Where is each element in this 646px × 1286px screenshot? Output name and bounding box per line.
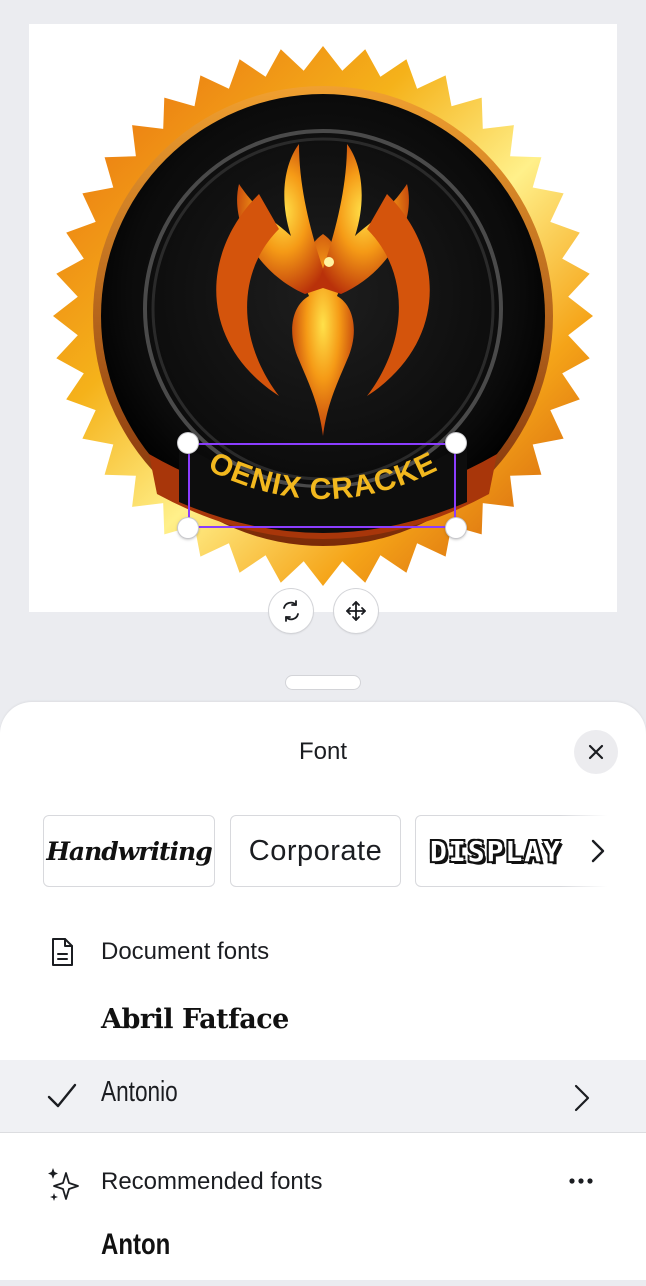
checkmark-icon [47, 1083, 77, 1108]
resize-handle-top-right[interactable] [446, 433, 466, 453]
section-label: Document fonts [101, 938, 270, 965]
move-icon [346, 601, 366, 621]
category-chip-corporate[interactable]: Corporate [230, 815, 401, 887]
font-name: Antonio [101, 1076, 178, 1108]
recommended-fonts-header: Recommended fonts [0, 1160, 646, 1204]
resize-handle-bottom-right[interactable] [446, 518, 466, 538]
font-panel: Font Handwriting Corporate DISPLAY Docum… [0, 702, 646, 1280]
font-item[interactable]: Anton [0, 1214, 646, 1286]
more-options-icon[interactable] [568, 1176, 594, 1186]
font-item-selected[interactable]: Antonio [0, 1060, 646, 1132]
section-label: Recommended fonts [101, 1168, 323, 1195]
font-name: Anton [101, 1228, 171, 1261]
chevron-right-icon[interactable] [570, 1082, 594, 1114]
canvas-area: PHOENIX CRACKERS [0, 0, 646, 700]
panel-title: Font [298, 738, 348, 765]
category-label: Handwriting [46, 836, 212, 866]
font-item[interactable]: Abril Fatface [0, 986, 646, 1058]
chevron-right-icon[interactable] [583, 836, 613, 866]
resize-handle-top-left[interactable] [178, 433, 198, 453]
category-label: DISPLAY [430, 834, 563, 868]
close-icon [588, 744, 604, 760]
close-button[interactable] [574, 730, 618, 774]
category-chip-handwriting[interactable]: Handwriting [43, 815, 215, 887]
divider [0, 1132, 646, 1133]
document-fonts-header: Document fonts [0, 930, 646, 974]
sheet-drag-handle[interactable] [286, 676, 360, 689]
sparkle-icon [48, 1168, 79, 1201]
category-label: Corporate [248, 834, 383, 867]
rotate-icon [283, 600, 299, 622]
resize-handle-bottom-left[interactable] [178, 518, 198, 538]
rotate-button[interactable] [269, 589, 313, 633]
selection-box[interactable] [188, 443, 456, 528]
font-name: Abril Fatface [101, 1004, 289, 1035]
move-button[interactable] [334, 589, 378, 633]
document-icon [52, 938, 73, 966]
